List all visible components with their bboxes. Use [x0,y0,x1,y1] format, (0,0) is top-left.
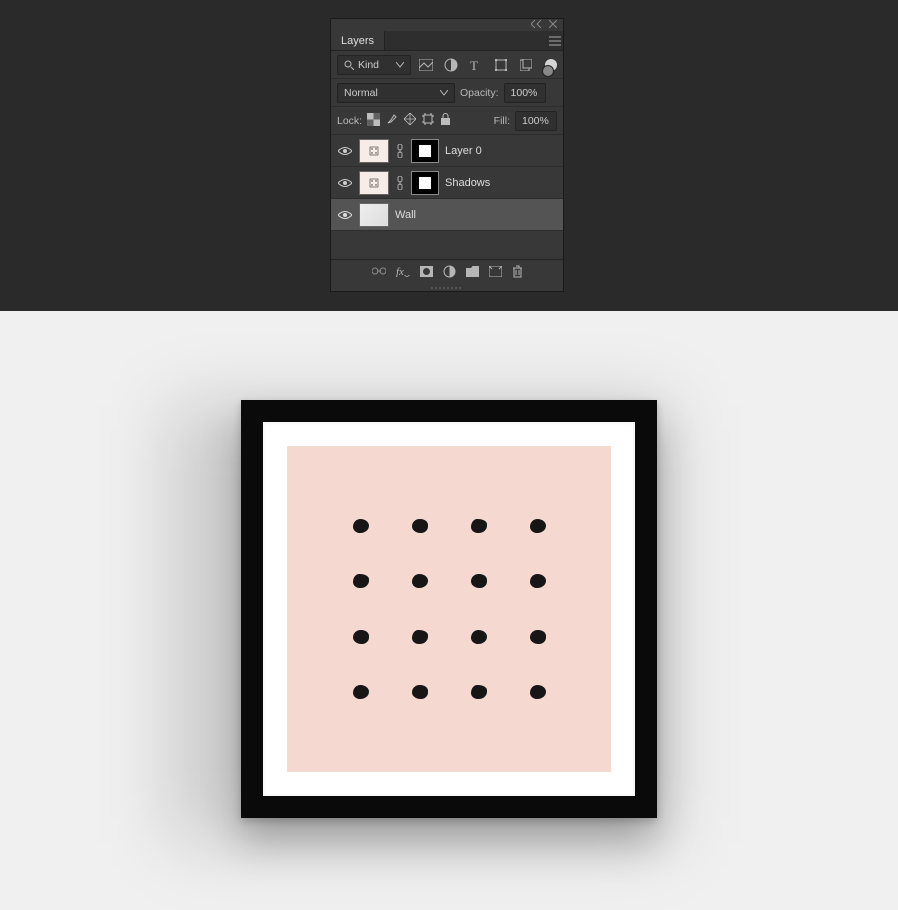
panel-footer: fx [331,259,563,285]
artwork [287,446,611,772]
lock-row: Lock: Fill: 100% [331,107,563,135]
filter-adjustment-icon[interactable] [441,55,461,75]
lock-transparency-icon[interactable] [367,113,380,129]
visibility-icon[interactable] [337,207,353,223]
panel-collapse-row [331,19,563,31]
mask-link-icon[interactable] [395,144,405,158]
svg-text:T: T [470,59,478,71]
frame-mat [263,422,635,796]
blend-row: Normal Opacity: 100% [331,79,563,107]
layer-row[interactable]: Shadows [331,167,563,199]
layer-thumbnail[interactable] [359,171,389,195]
fill-value: 100% [522,115,549,127]
lock-position-icon[interactable] [404,113,416,128]
lock-buttons [367,113,451,129]
svg-text:fx: fx [396,266,404,277]
blend-mode-dropdown[interactable]: Normal [337,83,455,103]
layer-name-label[interactable]: Shadows [445,177,557,189]
lock-artboard-icon[interactable] [422,113,434,128]
picture-frame [241,400,657,818]
visibility-icon[interactable] [337,175,353,191]
visibility-icon[interactable] [337,143,353,159]
layer-mask-thumbnail[interactable] [411,171,439,195]
blend-mode-value: Normal [344,87,378,99]
panel-tabs: Layers [331,31,563,51]
new-layer-icon[interactable] [489,266,502,280]
panel-collapse-icon[interactable] [531,19,543,31]
layer-style-icon[interactable]: fx [396,265,410,280]
filter-kind-label: Kind [358,59,379,71]
lock-paint-icon[interactable] [386,113,398,128]
filter-toggle-switch[interactable] [545,59,557,71]
filter-shape-icon[interactable] [491,55,511,75]
fill-field[interactable]: 100% [515,111,557,131]
opacity-label: Opacity: [460,87,499,99]
layer-mask-thumbnail[interactable] [411,139,439,163]
filter-type-icon[interactable]: T [466,55,486,75]
search-icon [344,60,354,70]
new-group-icon[interactable] [466,266,479,280]
layer-list: Layer 0 Shadows Wall [331,135,563,259]
panel-resize-grip[interactable] [331,285,563,291]
link-layers-icon[interactable] [372,266,386,279]
mask-link-icon[interactable] [395,176,405,190]
panel-menu-icon[interactable] [547,31,563,50]
add-mask-icon[interactable] [420,266,433,280]
fill-label: Fill: [494,115,510,127]
tab-layers[interactable]: Layers [331,31,385,50]
chevron-down-icon [440,90,448,96]
lock-label: Lock: [337,115,362,127]
panel-close-icon[interactable] [549,19,557,31]
filter-kind-dropdown[interactable]: Kind [337,55,411,75]
layer-row[interactable]: Wall [331,199,563,231]
opacity-value: 100% [511,87,538,99]
layer-thumbnail[interactable] [359,203,389,227]
filter-smartobject-icon[interactable] [516,55,536,75]
app-background-dark: Layers Kind T [0,0,898,311]
artwork-dots [331,498,567,720]
layer-name-label[interactable]: Wall [395,209,557,221]
filter-pixel-icon[interactable] [416,55,436,75]
filter-row: Kind T [331,51,563,79]
canvas-preview [0,311,898,910]
layer-row[interactable]: Layer 0 [331,135,563,167]
opacity-field[interactable]: 100% [504,83,546,103]
chevron-down-icon [396,62,404,68]
layer-name-label[interactable]: Layer 0 [445,145,557,157]
layer-thumbnail[interactable] [359,139,389,163]
lock-all-icon[interactable] [440,113,451,128]
new-adjustment-layer-icon[interactable] [443,265,456,281]
delete-layer-icon[interactable] [512,265,523,281]
layers-panel: Layers Kind T [330,18,564,292]
